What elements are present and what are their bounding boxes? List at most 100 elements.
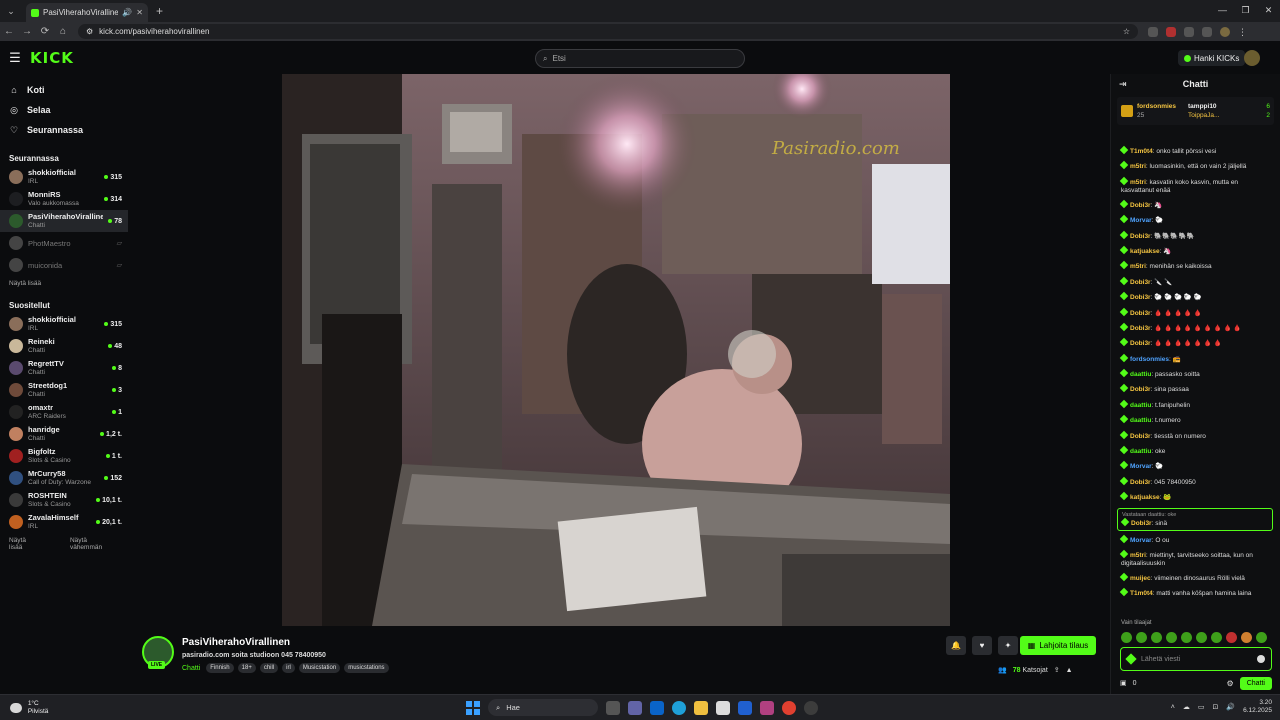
send-chat-button[interactable]: Chatti xyxy=(1239,676,1272,690)
chat-settings-icon[interactable]: ⚙ xyxy=(1227,679,1234,688)
nav-following[interactable]: ♡ Seurannassa xyxy=(0,120,128,140)
search-input[interactable]: ⌕ Etsi xyxy=(535,49,745,68)
edge-icon[interactable] xyxy=(672,700,686,715)
chat-username[interactable]: Morvar xyxy=(1130,463,1152,470)
tag[interactable]: chill xyxy=(259,663,279,673)
user-avatar[interactable] xyxy=(1244,50,1260,66)
tag[interactable]: irl xyxy=(282,663,295,673)
clock[interactable]: 3.20 6.12.2025 xyxy=(1243,699,1272,715)
sidebar-channel[interactable]: shokkiofficial IRL 315 xyxy=(0,313,128,335)
gifter-name[interactable]: ToippaJa... xyxy=(1188,111,1219,120)
show-more-label[interactable]: Näytä lisää xyxy=(9,280,41,287)
sidebar-channel[interactable]: PasiViherahoVirallinen Chatti 78 xyxy=(0,210,128,232)
chat-username[interactable]: Dobi3r xyxy=(1130,340,1151,347)
emoji-picker-icon[interactable] xyxy=(1257,655,1265,663)
sidebar-channel[interactable]: muiconida ▱ xyxy=(0,254,128,276)
tab-audio-icon[interactable]: 🔊 xyxy=(122,8,132,17)
chat-username[interactable]: Dobi3r xyxy=(1130,294,1151,301)
extension-icon[interactable] xyxy=(1202,26,1212,37)
chat-username[interactable]: Morvar xyxy=(1130,537,1152,544)
collapse-chat-icon[interactable]: ⇥ xyxy=(1119,79,1127,90)
chat-username[interactable]: daattiu xyxy=(1130,448,1151,455)
app-icon[interactable] xyxy=(738,700,752,715)
show-more-following[interactable]: Näytä lisää xyxy=(0,276,128,293)
task-view-icon[interactable] xyxy=(606,700,620,715)
extension-icon[interactable] xyxy=(1166,26,1176,37)
emote-icon[interactable] xyxy=(1136,632,1147,643)
menu-dots-icon[interactable]: ⋮ xyxy=(1238,27,1247,37)
emote-icon[interactable] xyxy=(1256,632,1267,643)
emote-icon[interactable] xyxy=(1241,632,1252,643)
video-player[interactable]: Pasiradio.com xyxy=(128,74,1110,626)
weather-widget[interactable]: 1°C Pilvistä xyxy=(10,700,48,716)
gifter-name[interactable]: tamppi10 xyxy=(1188,102,1219,111)
kick-logo[interactable]: KICK xyxy=(30,49,74,67)
app-icon[interactable] xyxy=(760,700,774,715)
chat-username[interactable]: daattiu xyxy=(1130,371,1151,378)
sidebar-channel[interactable]: ZavalaHimself IRL 20,1 t. xyxy=(0,511,128,533)
gifter-name[interactable]: fordsonmies xyxy=(1137,102,1176,111)
chat-username[interactable]: katjuakse xyxy=(1130,494,1160,501)
chat-username[interactable]: Dobi3r xyxy=(1131,520,1152,527)
emote-icon[interactable] xyxy=(1196,632,1207,643)
sidebar-channel[interactable]: omaxtr ARC Raiders 1 xyxy=(0,401,128,423)
tag[interactable]: musicstations xyxy=(344,663,389,673)
sidebar-channel[interactable]: Bigfoltz Slots & Casino 1 t. xyxy=(0,445,128,467)
category-link[interactable]: Chatti xyxy=(182,665,200,672)
emote-icon[interactable] xyxy=(1151,632,1162,643)
network-icon[interactable]: ⊡ xyxy=(1212,703,1218,711)
chat-username[interactable]: daattiu xyxy=(1130,402,1151,409)
display-icon[interactable]: ▭ xyxy=(1198,703,1205,711)
nav-browse[interactable]: ◎ Selaa xyxy=(0,100,128,120)
chat-username[interactable]: m5tri xyxy=(1130,163,1146,170)
chat-input[interactable]: Lähetä viesti xyxy=(1120,647,1272,671)
show-less-recommended[interactable]: Näytä vähemmän xyxy=(70,537,119,551)
emote-icon[interactable] xyxy=(1181,632,1192,643)
nav-home[interactable]: ⌂ Koti xyxy=(0,80,128,100)
emote-icon[interactable] xyxy=(1226,632,1237,643)
sidebar-channel[interactable]: Reineki Chatti 48 xyxy=(0,335,128,357)
tab-close-icon[interactable]: ✕ xyxy=(136,8,143,17)
teams-icon[interactable] xyxy=(628,700,642,715)
notification-bell-icon[interactable]: 🔔 xyxy=(946,636,966,655)
clip-icon[interactable]: ✦ xyxy=(998,636,1018,655)
store-icon[interactable] xyxy=(716,700,730,715)
close-window-icon[interactable]: ✕ xyxy=(1257,0,1280,22)
sidebar-channel[interactable]: PhotMaestro ▱ xyxy=(0,232,128,254)
follow-heart-icon[interactable]: ♥ xyxy=(972,636,992,655)
chrome-icon[interactable] xyxy=(782,700,796,715)
sidebar-channel[interactable]: ROSHTEIN Slots & Casino 10,1 t. xyxy=(0,489,128,511)
channel-name[interactable]: PasiViherahoVirallinen xyxy=(182,637,290,648)
chat-username[interactable]: muijec xyxy=(1130,575,1151,582)
extension-icon[interactable] xyxy=(1184,26,1194,37)
chat-username[interactable]: Morvar xyxy=(1130,217,1152,224)
chat-username[interactable]: Dobi3r xyxy=(1130,433,1151,440)
url-field[interactable]: ⚙ kick.com/pasiviherahovirallinen ☆ xyxy=(78,24,1138,39)
bookmark-star-icon[interactable]: ☆ xyxy=(1123,27,1130,36)
get-kicks-button[interactable]: Hanki KICKs xyxy=(1178,50,1246,66)
chat-username[interactable]: Dobi3r xyxy=(1130,386,1151,393)
file-explorer-icon[interactable] xyxy=(694,700,708,715)
chat-username[interactable]: Dobi3r xyxy=(1130,202,1151,209)
chat-username[interactable]: fordsonmies xyxy=(1130,356,1169,363)
extension-icon[interactable] xyxy=(1148,26,1158,37)
back-icon[interactable]: ← xyxy=(0,26,18,37)
sidebar-channel[interactable]: RegrettTV Chatti 8 xyxy=(0,357,128,379)
cloud-sync-icon[interactable]: ☁ xyxy=(1183,703,1190,711)
sidebar-channel[interactable]: hanridge Chatti 1,2 t. xyxy=(0,423,128,445)
share-icon[interactable]: ⇪ xyxy=(1054,666,1060,674)
sidebar-channel[interactable]: Streetdog1 Chatti 3 xyxy=(0,379,128,401)
chat-username[interactable]: T1m0t4 xyxy=(1130,148,1153,155)
tag[interactable]: Musicstation xyxy=(298,663,341,673)
taskbar-search[interactable]: ⌕ Hae xyxy=(488,699,598,716)
chat-username[interactable]: T1m0t4 xyxy=(1130,590,1153,597)
report-icon[interactable]: ▲ xyxy=(1066,667,1073,674)
chat-username[interactable]: m5tri xyxy=(1130,179,1146,186)
sidebar-channel[interactable]: MonniRS Valo aukkomassa 314 xyxy=(0,188,128,210)
chat-username[interactable]: m5tri xyxy=(1130,263,1146,270)
chat-username[interactable]: Dobi3r xyxy=(1130,279,1151,286)
sidebar-channel[interactable]: MrCurry58 Call of Duty: Warzone 152 xyxy=(0,467,128,489)
gift-sub-button[interactable]: ▦ Lahjoita tilaus xyxy=(1020,636,1096,655)
app-icon[interactable] xyxy=(804,700,818,715)
new-tab-icon[interactable]: + xyxy=(156,4,163,18)
